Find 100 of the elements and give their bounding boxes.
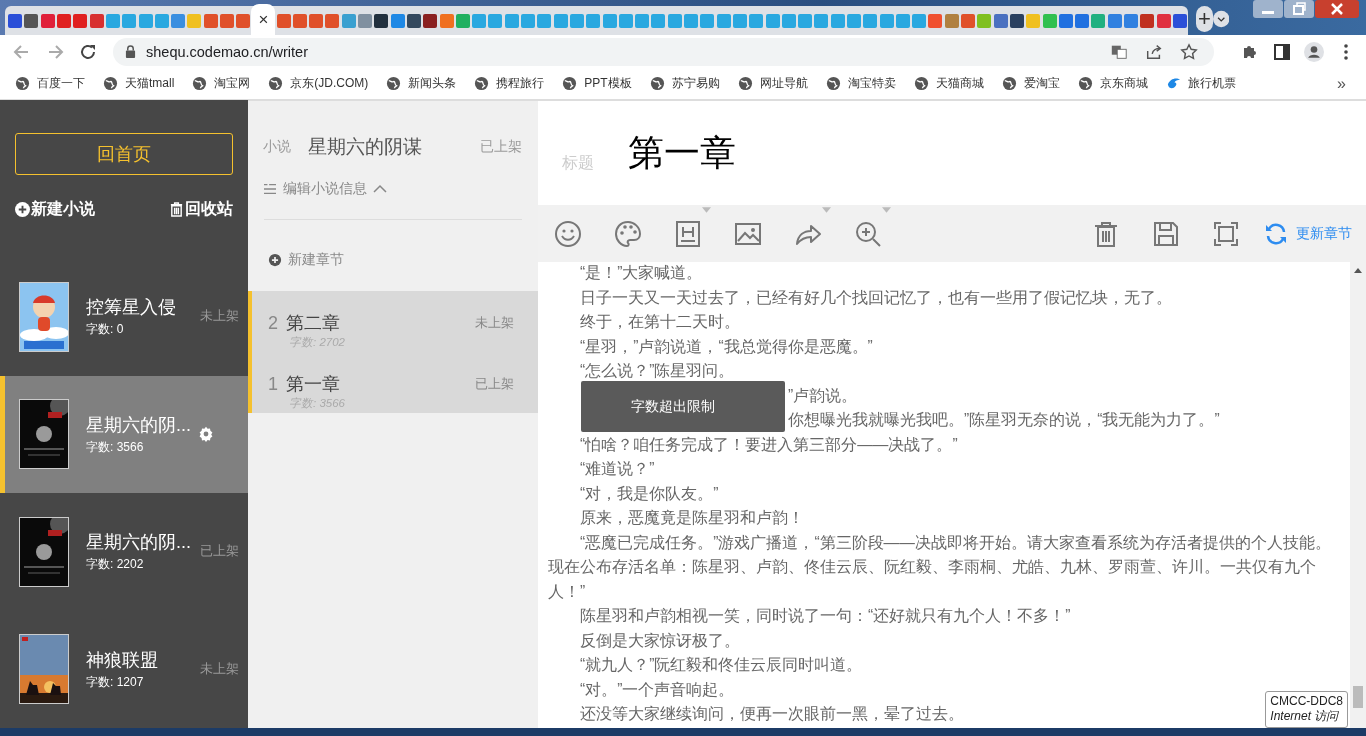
smiley-icon[interactable] (554, 219, 582, 248)
restore-icon[interactable] (1284, 0, 1314, 18)
paragraph: 终于，在第十二天时。 (579, 312, 740, 332)
novel-label: 小说 (263, 138, 291, 156)
paragraph: “对。”一个声音响起。 (579, 679, 735, 700)
bookmark[interactable]: 新闻头条 (386, 75, 457, 92)
new-tab-button[interactable]: + (1196, 6, 1213, 32)
home-button[interactable]: 回首页 (15, 133, 233, 175)
globe-icon (268, 76, 284, 91)
paragraph: “就九人？”阮红毅和佟佳云辰同时叫道。 (579, 655, 863, 675)
plus-icon (268, 253, 282, 267)
novel-item[interactable]: 神狼联盟 字数: 1207 未上架 (0, 610, 248, 728)
paragraph: ”卢韵说。 (788, 385, 858, 406)
novel-item[interactable]: 控筹星入侵 字数: 0 未上架 (0, 258, 248, 376)
bookmark[interactable]: 淘宝网 (192, 75, 251, 92)
paragraph: 你想曝光我就曝光我吧。”陈星羽无奈的说，“我无能为力了。” (788, 410, 1220, 430)
close-tab-button[interactable]: × (258, 11, 269, 28)
scrollbar[interactable] (1350, 262, 1366, 728)
paragraph: 日子一天又一天过去了，已经有好几个找回记忆了，也有一些用了假记忆块，无了。 (579, 287, 1172, 308)
globe-icon (192, 76, 208, 91)
recycle-bin-button[interactable]: 回收站 (169, 199, 233, 220)
heading-icon[interactable] (674, 219, 702, 248)
word-count: 字数: 1207 (86, 673, 145, 691)
dropdown-caret-icon[interactable] (882, 207, 891, 213)
settings-icon[interactable] (198, 426, 214, 443)
bookmark[interactable]: 百度一下 (15, 75, 85, 92)
palette-icon[interactable] (614, 219, 642, 248)
bookmark[interactable]: 京东(JD.COM) (268, 75, 369, 92)
bookmark[interactable]: 京东商城 (1077, 75, 1148, 92)
caret-up-icon (373, 183, 387, 195)
dropdown-caret-icon[interactable] (702, 207, 711, 213)
star-icon[interactable] (1180, 42, 1198, 61)
chapter-status: 未上架 (475, 314, 514, 332)
paragraph: “怎么说？”陈星羽问。 (579, 361, 735, 381)
globe-icon (1077, 76, 1093, 91)
network-name: CMCC-DDC8 (1270, 694, 1343, 708)
share-icon[interactable] (1145, 42, 1163, 61)
chapter-title-field[interactable]: 第一章 (628, 128, 736, 178)
new-novel-button[interactable]: 新建小说 (15, 199, 95, 220)
novel-item[interactable]: 星期六的阴... 字数: 3566 (0, 375, 248, 493)
minimize-icon[interactable] (1253, 0, 1283, 18)
novel-status: 未上架 (200, 308, 239, 326)
globe-icon (15, 76, 30, 91)
chapter-title: 第二章 (286, 312, 340, 335)
fullscreen-icon[interactable] (1212, 219, 1240, 248)
chapter-number: 2 (268, 312, 276, 334)
paragraph: “星羽，”卢韵说道，“我总觉得你是恶魔。” (579, 336, 873, 357)
trash-icon[interactable] (1092, 219, 1120, 248)
paragraph: 还没等大家继续询问，便再一次眼前一黑，晕了过去。 (579, 704, 964, 724)
chapter-status: 已上架 (475, 375, 514, 393)
paragraph: 原来，恶魔竟是陈星羽和卢韵！ (579, 508, 804, 528)
word-count: 字数: 3566 (86, 438, 145, 456)
side-panel-icon[interactable] (1272, 41, 1292, 62)
browser-tab[interactable]: × (251, 4, 276, 35)
word-count: 字数: 0 (86, 321, 125, 339)
bookmark[interactable]: 天猫tmall (103, 75, 175, 92)
url-text: shequ.codemao.cn/writer (146, 43, 308, 60)
bookmark[interactable]: 旅行机票 (1165, 75, 1236, 92)
bookmark[interactable]: 淘宝特卖 (825, 75, 896, 92)
bookmark[interactable]: 网址导航 (737, 75, 808, 92)
bookmark[interactable]: PPT模板 (562, 75, 632, 92)
bookmark[interactable]: 天猫商城 (913, 75, 984, 92)
novel-title: 神狼联盟 (86, 648, 159, 672)
globe-icon (737, 76, 753, 91)
save-icon[interactable] (1152, 219, 1180, 248)
lock-icon (125, 45, 136, 58)
paragraph: “恶魔已完成任务。”游戏广播道，“第三阶段——决战即将开始。请大家查看系统为存活者提供的个人技能。现在公布存活名单：陈星羽、卢韵、佟佳云辰、阮红毅、李雨桐、尤皓、九林、罗雨萱、许川。一共仅有九个人！” (548, 532, 1332, 602)
novel-title: 星期六的阴... (86, 413, 192, 437)
paragraph: “是！”大家喊道。 (579, 263, 703, 283)
paragraph: “对，我是你队友。” (579, 483, 719, 504)
list-icon (263, 183, 277, 195)
globe-icon (1001, 76, 1017, 91)
paragraph: 陈星羽和卢韵相视一笑，同时说了一句：“还好就只有九个人！不多！” (579, 606, 1071, 626)
bookmark[interactable]: 爱淘宝 (1001, 75, 1060, 92)
tooltip: 字数超出限制 (581, 381, 785, 432)
paragraph: “难道说？” (579, 459, 655, 479)
more-bookmarks-button[interactable]: » (1337, 74, 1346, 93)
word-count: 字数: 2202 (86, 556, 145, 574)
bookmark[interactable]: 携程旅行 (474, 75, 545, 92)
scroll-up-icon[interactable] (1354, 268, 1362, 273)
novel-title: 星期六的阴谋 (308, 135, 422, 159)
novel-item[interactable]: 星期六的阴... 字数: 2202 已上架 (0, 493, 248, 611)
paragraph: 反倒是大家惊讶极了。 (579, 630, 740, 651)
globe-icon (474, 76, 490, 91)
scroll-thumb[interactable] (1353, 686, 1363, 708)
globe-icon (649, 76, 665, 91)
zoom-in-icon[interactable] (854, 219, 882, 248)
novel-title: 控筹星入侵 (86, 296, 177, 320)
close-icon[interactable] (1315, 0, 1359, 18)
profile-icon[interactable] (1304, 41, 1324, 62)
chapter-number: 1 (268, 373, 276, 395)
refresh-icon (1264, 221, 1288, 246)
novel-status: 已上架 (480, 138, 522, 156)
dropdown-caret-icon[interactable] (822, 207, 831, 213)
globe-icon (825, 76, 841, 91)
bookmark[interactable]: 苏宁易购 (649, 75, 720, 92)
address-bar[interactable]: shequ.codemao.cn/writer (113, 37, 1214, 66)
bird-icon (1165, 76, 1181, 91)
globe-icon (562, 76, 578, 91)
trash-icon (169, 202, 184, 217)
